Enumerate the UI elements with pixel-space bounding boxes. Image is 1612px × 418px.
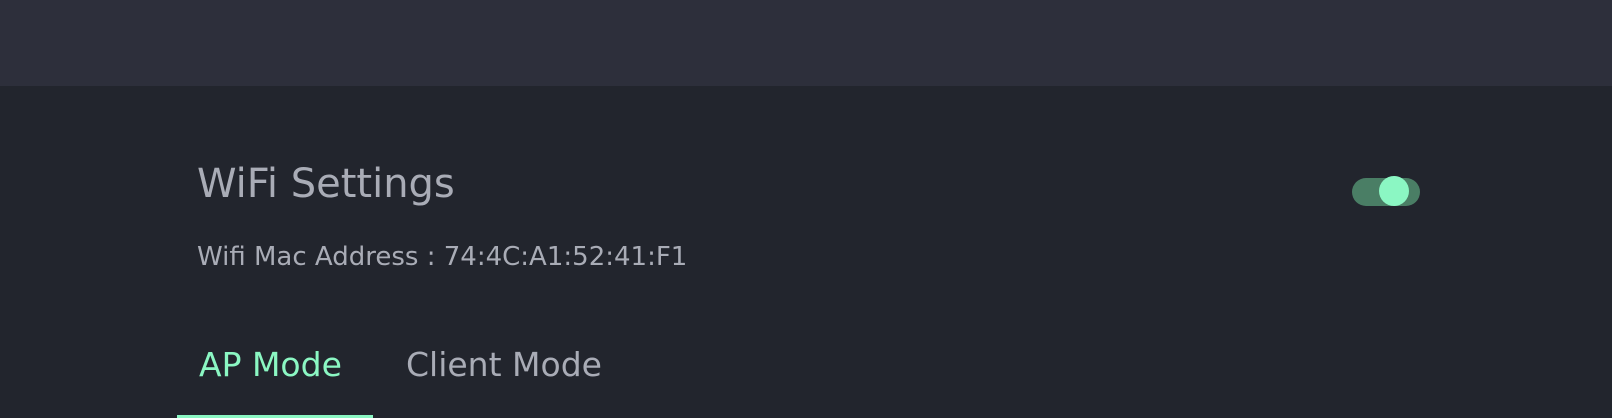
tab-ap-mode-label: AP Mode bbox=[199, 345, 342, 384]
tab-client-mode[interactable]: Client Mode bbox=[406, 336, 606, 418]
top-bar bbox=[0, 0, 1612, 86]
wifi-settings-panel: WiFi Settings Wifi Mac Address : 74:4C:A… bbox=[0, 86, 1612, 418]
page-title: WiFi Settings bbox=[197, 161, 455, 207]
toggle-knob bbox=[1379, 176, 1409, 206]
wifi-enable-toggle[interactable] bbox=[1352, 176, 1420, 206]
wifi-mac-address: Wifi Mac Address : 74:4C:A1:52:41:F1 bbox=[197, 242, 688, 272]
tab-ap-mode[interactable]: AP Mode bbox=[177, 336, 373, 418]
tab-client-mode-label: Client Mode bbox=[406, 345, 602, 384]
